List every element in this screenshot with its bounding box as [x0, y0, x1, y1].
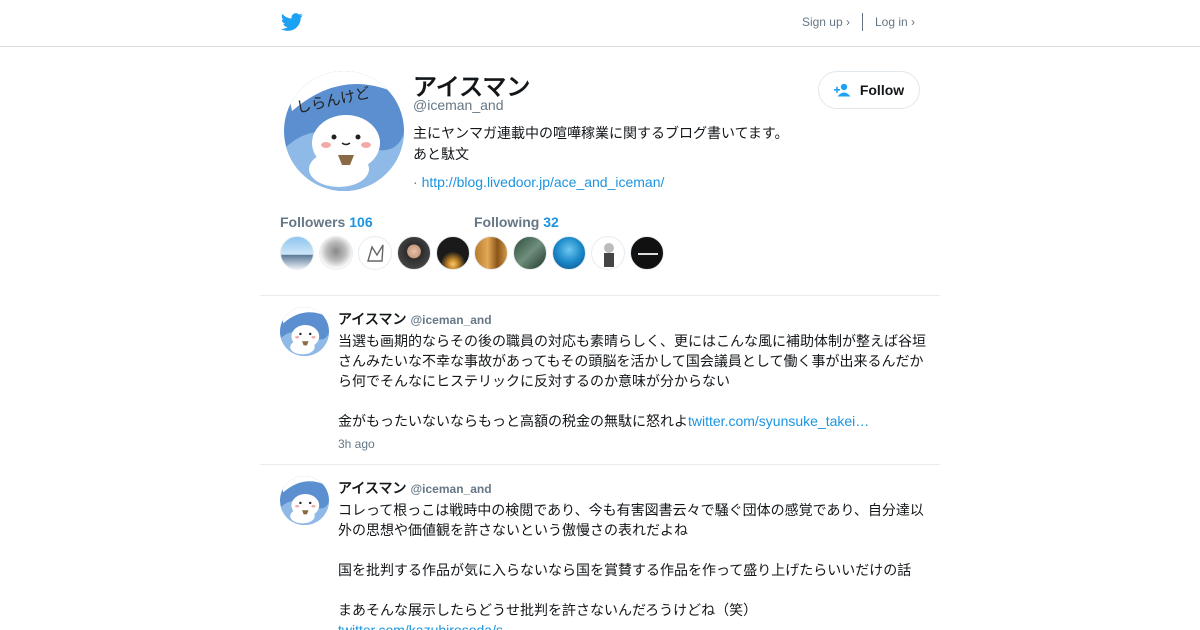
follow-button[interactable]: Follow: [818, 71, 920, 109]
tweet-paragraph: 金がもったいないならもっと高額の税金の無駄に怒れよtwitter.com/syu…: [338, 411, 930, 431]
following-count: 32: [543, 214, 559, 230]
following-avatars: [474, 236, 669, 270]
profile-handle: @iceman_and: [413, 97, 504, 113]
profile-bio: 主にヤンマガ連載中の喧嘩稼業に関するブログ書いてます。 あと駄文: [413, 123, 813, 165]
bio-line-2: あと駄文: [413, 146, 469, 162]
follower-avatar[interactable]: [358, 236, 392, 270]
tweet-header: アイスマン @iceman_and: [338, 478, 492, 498]
tweet-timestamp[interactable]: 3h ago: [338, 437, 375, 451]
link-bullet: ·: [413, 174, 418, 190]
tweet-header: アイスマン @iceman_and: [338, 309, 492, 329]
tweet-paragraph: コレって根っこは戦時中の検閲であり、今も有害図書云々で騒ぐ団体の感覚であり、自分…: [338, 502, 924, 538]
tweet-text: 当選も画期的ならその後の職員の対応も素晴らしく、更にはこんな風に補助体制が整えば…: [338, 331, 930, 431]
top-bar: Sign up › Log in ›: [0, 0, 1200, 47]
tweet-paragraph-text: まあそんな展示したらどうせ批判を許さないんだろうけどね（笑）: [338, 602, 758, 618]
profile-header: しらんけど アイスマン @iceman_and 主にヤンマガ連載中の喧嘩稼業に関…: [260, 47, 940, 296]
follower-avatar[interactable]: [319, 236, 353, 270]
following-avatar[interactable]: [474, 236, 508, 270]
tweet-author-handle[interactable]: @iceman_and: [410, 482, 491, 496]
add-user-icon: [833, 83, 851, 97]
login-link[interactable]: Log in ›: [875, 15, 915, 29]
profile-avatar[interactable]: しらんけど: [284, 71, 404, 191]
profile-website: · http://blog.livedoor.jp/ace_and_iceman…: [413, 174, 664, 190]
following-stat[interactable]: Following 32: [474, 214, 559, 230]
bio-line-1: 主にヤンマガ連載中の喧嘩稼業に関するブログ書いてます。: [413, 125, 789, 141]
tweet-author-name[interactable]: アイスマン: [338, 480, 406, 496]
tweet-avatar[interactable]: [280, 476, 329, 525]
tweet-item[interactable]: アイスマン @iceman_and コレって根っこは戦時中の検閲であり、今も有害図…: [260, 465, 940, 630]
tweet-paragraph-text: 金がもったいないならもっと高額の税金の無駄に怒れよ: [338, 413, 688, 429]
followers-avatars: [280, 236, 475, 270]
profile-website-link[interactable]: http://blog.livedoor.jp/ace_and_iceman/: [422, 174, 665, 190]
tweet-paragraph: まあそんな展示したらどうせ批判を許さないんだろうけどね（笑） twitter.co…: [338, 600, 930, 630]
follower-avatar[interactable]: [280, 236, 314, 270]
signup-link[interactable]: Sign up ›: [802, 15, 850, 29]
followers-count: 106: [349, 214, 373, 230]
followers-stat[interactable]: Followers 106: [280, 214, 373, 230]
top-nav: Sign up › Log in ›: [802, 13, 915, 31]
tweet-link[interactable]: twitter.com/syunsuke_takei…: [688, 413, 869, 429]
following-label: Following: [474, 214, 540, 230]
following-avatar[interactable]: [552, 236, 586, 270]
nav-divider: [861, 13, 863, 31]
follow-button-label: Follow: [859, 82, 905, 98]
following-avatar[interactable]: [513, 236, 547, 270]
following-avatar[interactable]: [591, 236, 625, 270]
follower-avatar[interactable]: [436, 236, 470, 270]
tweet-item[interactable]: アイスマン @iceman_and 当選も画期的ならその後の職員の対応も素晴らしく…: [260, 296, 940, 465]
tweet-avatar[interactable]: [280, 307, 329, 356]
follower-avatar[interactable]: [397, 236, 431, 270]
followers-label: Followers: [280, 214, 346, 230]
tweet-author-name[interactable]: アイスマン: [338, 311, 406, 327]
tweet-text: コレって根っこは戦時中の検閲であり、今も有害図書云々で騒ぐ団体の感覚であり、自分…: [338, 500, 930, 630]
following-avatar[interactable]: [630, 236, 664, 270]
tweet-paragraph: 国を批判する作品が気に入らないなら国を賞賛する作品を作って盛り上げたらいいだけの…: [338, 562, 912, 578]
tweet-paragraph: 当選も画期的ならその後の職員の対応も素晴らしく、更にはこんな風に補助体制が整えば…: [338, 333, 926, 389]
tweet-author-handle[interactable]: @iceman_and: [410, 313, 491, 327]
twitter-bird-icon[interactable]: [280, 11, 304, 33]
tweet-link[interactable]: twitter.com/kazuhirosoda/s…: [338, 622, 517, 630]
